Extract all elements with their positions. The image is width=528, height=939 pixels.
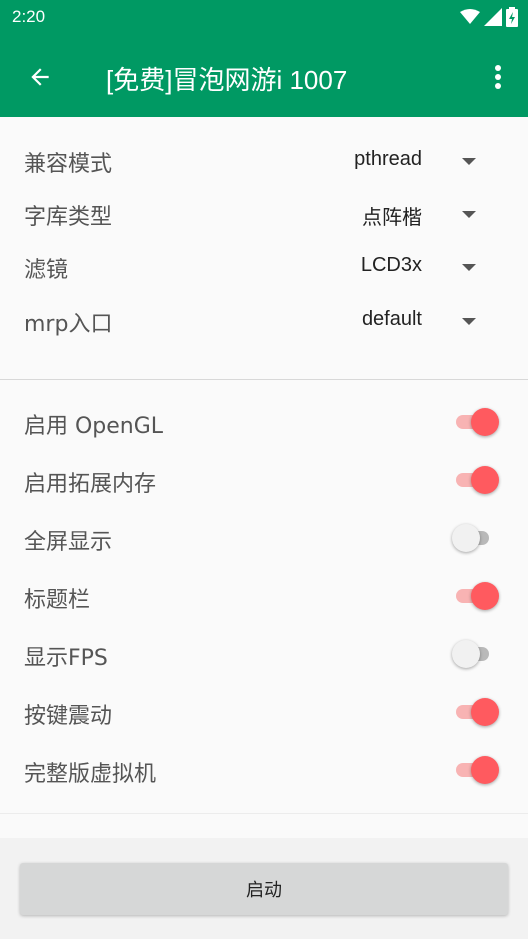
- switch-thumb[interactable]: [471, 698, 499, 726]
- title-bar-row[interactable]: 标题栏: [0, 567, 528, 625]
- switch-thumb[interactable]: [452, 524, 480, 552]
- switch-thumb[interactable]: [452, 640, 480, 668]
- switch-thumb[interactable]: [471, 466, 499, 494]
- switch-thumb[interactable]: [471, 756, 499, 784]
- compat-mode-value[interactable]: pthread: [354, 148, 422, 171]
- full-vm-switch[interactable]: [454, 755, 502, 785]
- extended-memory-switch[interactable]: [454, 465, 502, 495]
- status-icons: [460, 6, 518, 28]
- more-vert-icon: [495, 65, 501, 89]
- title-bar-switch[interactable]: [454, 581, 502, 611]
- filter-value[interactable]: LCD3x: [361, 254, 422, 277]
- fullscreen-label: 全屏显示: [24, 530, 113, 555]
- app-bar: [免费]冒泡网游i 1007: [0, 35, 528, 117]
- dropdown-arrow-icon[interactable]: [462, 158, 476, 165]
- bottom-bar: 启动: [0, 838, 528, 939]
- opengl-switch[interactable]: [454, 407, 502, 437]
- opengl-label: 启用 OpenGL: [24, 414, 164, 439]
- fullscreen-row[interactable]: 全屏显示: [0, 509, 528, 567]
- select-settings: 兼容模式 pthread 字库类型 点阵楷 滤镜 LCD3x mrp入口 def…: [0, 117, 528, 379]
- extended-memory-label: 启用拓展内存: [24, 472, 157, 497]
- filter-label: 滤镜: [24, 258, 69, 283]
- fullscreen-switch[interactable]: [452, 523, 502, 553]
- extended-memory-row[interactable]: 启用拓展内存: [0, 451, 528, 509]
- switch-thumb[interactable]: [471, 582, 499, 610]
- compat-mode-label: 兼容模式: [24, 152, 113, 177]
- mrp-entry-row: mrp入口 default: [0, 294, 528, 346]
- font-type-value[interactable]: 点阵楷: [362, 201, 422, 230]
- font-type-label: 字库类型: [24, 205, 113, 230]
- title-bar-label: 标题栏: [24, 588, 91, 613]
- show-fps-label: 显示FPS: [24, 646, 108, 671]
- start-button[interactable]: 启动: [20, 863, 508, 915]
- battery-icon: [506, 7, 518, 27]
- back-button[interactable]: [22, 59, 58, 95]
- key-vibration-row[interactable]: 按键震动: [0, 683, 528, 741]
- compat-mode-row: 兼容模式 pthread: [0, 134, 528, 186]
- filter-row: 滤镜 LCD3x: [0, 240, 528, 292]
- dropdown-arrow-icon[interactable]: [462, 318, 476, 325]
- page-title: [免费]冒泡网游i 1007: [106, 65, 348, 95]
- bottom-divider: [0, 813, 528, 814]
- font-type-row: 字库类型 点阵楷: [0, 187, 528, 239]
- key-vibration-label: 按键震动: [24, 704, 113, 729]
- switch-thumb[interactable]: [471, 408, 499, 436]
- dropdown-arrow-icon[interactable]: [462, 264, 476, 271]
- status-bar: 2:20: [0, 0, 528, 35]
- key-vibration-switch[interactable]: [454, 697, 502, 727]
- arrow-back-icon: [31, 68, 49, 86]
- show-fps-switch[interactable]: [452, 639, 502, 669]
- full-vm-row[interactable]: 完整版虚拟机: [0, 741, 528, 799]
- wifi-icon: [460, 9, 480, 24]
- mrp-entry-label: mrp入口: [24, 312, 113, 337]
- status-time: 2:20: [12, 7, 46, 26]
- show-fps-row[interactable]: 显示FPS: [0, 625, 528, 683]
- more-options-button[interactable]: [484, 61, 512, 93]
- switch-settings: 启用 OpenGL 启用拓展内存 全屏显示 标题栏 显示FPS 按键震动 完整版…: [0, 380, 528, 814]
- dropdown-arrow-icon[interactable]: [462, 211, 476, 218]
- signal-icon: [484, 8, 502, 26]
- full-vm-label: 完整版虚拟机: [24, 762, 157, 787]
- opengl-row[interactable]: 启用 OpenGL: [0, 393, 528, 451]
- mrp-entry-value[interactable]: default: [362, 308, 422, 331]
